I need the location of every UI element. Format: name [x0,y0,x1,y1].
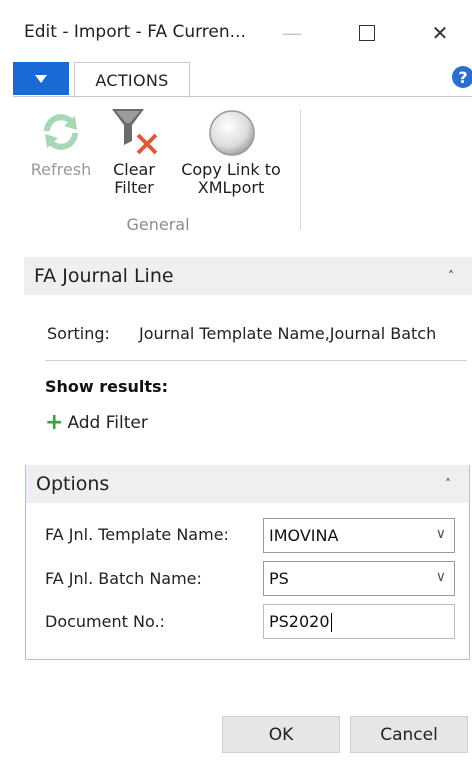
document-no-input[interactable]: PS2020 [263,604,455,639]
batch-name-select[interactable]: PS ∨ [263,561,455,596]
copy-link-label-2: XMLport [197,178,265,197]
ribbon-tabs [0,62,472,97]
chevron-down-icon[interactable]: ∨ [436,569,446,585]
template-name-label: FA Jnl. Template Name: [45,525,229,544]
copy-link-icon [209,110,255,156]
maximize-icon [359,25,375,41]
tab-actions[interactable]: ACTIONS [74,62,190,98]
template-name-value: IMOVINA [269,526,339,545]
fa-journal-line-header[interactable]: FA Journal Line ˄ [24,257,472,295]
chevron-up-icon[interactable]: ˄ [448,269,454,283]
options-header[interactable]: Options ˄ [26,465,469,503]
document-no-label: Document No.: [45,612,165,631]
refresh-button[interactable]: Refresh [26,106,96,179]
ok-button[interactable]: OK [222,716,340,753]
ribbon-separator [300,110,301,230]
refresh-label: Refresh [30,160,92,179]
close-button[interactable]: ✕ [425,18,455,48]
section-title: Options [36,473,110,495]
clear-filter-button[interactable]: Clear Filter [104,106,164,197]
add-filter-link[interactable]: + Add Filter [45,410,148,435]
sorting-value[interactable]: Journal Template Name,Journal Batch [139,324,436,343]
dropdown-arrow-icon [35,74,47,83]
text-caret [330,613,332,632]
add-filter-label: Add Filter [67,413,148,433]
copy-link-button[interactable]: Copy Link to XMLport [171,106,291,197]
chevron-down-icon[interactable]: ∨ [436,526,446,542]
refresh-icon [44,114,78,150]
show-results-label: Show results: [45,377,168,396]
batch-name-value: PS [269,569,289,588]
document-no-value: PS2020 [269,612,330,631]
minimize-button[interactable]: — [277,18,307,48]
section-title: FA Journal Line [34,265,174,287]
plus-icon: + [45,410,64,435]
clear-filter-label-1: Clear [113,160,155,179]
chevron-up-icon[interactable]: ˄ [445,477,451,491]
maximize-button[interactable] [352,18,382,48]
window-title: Edit - Import - FA Curren... [24,22,246,42]
ribbon-group-label: General [126,215,190,234]
sorting-label: Sorting: [47,324,110,343]
template-name-select[interactable]: IMOVINA ∨ [263,518,455,553]
clear-filter-icon [112,109,158,155]
application-menu-button[interactable] [13,62,69,95]
divider [45,360,467,361]
copy-link-label-1: Copy Link to [181,160,281,179]
batch-name-label: FA Jnl. Batch Name: [45,569,202,588]
cancel-button[interactable]: Cancel [350,716,468,753]
clear-filter-label-2: Filter [114,178,154,197]
help-icon[interactable]: ? [452,66,472,88]
